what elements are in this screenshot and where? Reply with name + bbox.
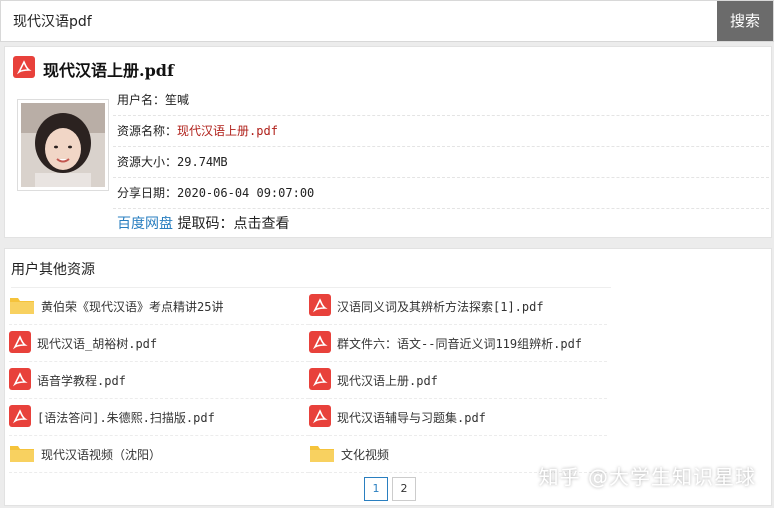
list-item-name: 现代汉语上册.pdf [337, 374, 438, 388]
username-value: 笙喊 [165, 93, 190, 107]
watermark: 知乎 @大学生知识星球 [538, 465, 756, 489]
list-item[interactable]: 现代汉语上册.pdf [309, 363, 607, 399]
resource-name-link[interactable]: 现代汉语上册.pdf [177, 124, 278, 138]
pdf-icon [13, 56, 35, 82]
folder-icon [9, 442, 35, 467]
divider [11, 287, 611, 288]
resource-title-row: 现代汉语上册.pdf [13, 55, 174, 83]
list-item[interactable]: 现代汉语视频（沈阳） [9, 437, 309, 473]
list-item-name: 文化视频 [341, 448, 390, 462]
list-item[interactable]: 语音学教程.pdf [9, 363, 309, 399]
pdf-icon [309, 331, 331, 356]
search-input[interactable] [1, 1, 717, 41]
resource-title: 现代汉语上册.pdf [43, 61, 174, 80]
list-item-name: [语法答问].朱德熙.扫描版.pdf [37, 411, 215, 425]
list-item-name: 汉语同义词及其辨析方法探索[1].pdf [337, 300, 544, 314]
pdf-icon [309, 294, 331, 319]
info-label: 用户名： [117, 93, 166, 107]
show-code-link[interactable]: 点击查看 [233, 216, 289, 232]
list-item-name: 语音学教程.pdf [37, 374, 126, 388]
info-row-size: 资源大小：29.74MB [113, 147, 769, 178]
list-item-name: 现代汉语视频（沈阳） [41, 448, 162, 462]
info-label: 分享日期： [117, 186, 178, 200]
page-2-button[interactable]: 2 [392, 477, 416, 501]
page-1-button[interactable]: 1 [364, 477, 388, 501]
info-row-name: 资源名称：现代汉语上册.pdf [113, 116, 769, 147]
list-item[interactable]: 黄伯荣《现代汉语》考点精讲25讲 [9, 289, 309, 325]
list-item[interactable]: 汉语同义词及其辨析方法探索[1].pdf [309, 289, 607, 325]
pdf-icon [9, 331, 31, 356]
info-row-user: 用户名：笙喊 [113, 85, 769, 116]
list-item[interactable]: 现代汉语_胡裕树.pdf [9, 326, 309, 362]
code-label: 提取码： [177, 216, 234, 232]
info-row-download: 百度网盘 提取码：点击查看 [113, 209, 769, 239]
list-item-name: 黄伯荣《现代汉语》考点精讲25讲 [41, 300, 224, 314]
resource-detail-panel: 现代汉语上册.pdf 用户名：笙喊 资源名称：现代汉语上册.pdf 资源大小：2… [4, 46, 772, 238]
folder-icon [9, 294, 35, 319]
pdf-icon [9, 405, 31, 430]
list-item-name: 群文件六：语文--同音近义词119组辨析.pdf [337, 337, 583, 351]
list-item-name: 现代汉语辅导与习题集.pdf [337, 411, 486, 425]
pdf-icon [9, 368, 31, 393]
pdf-icon [309, 405, 331, 430]
list-item[interactable]: 现代汉语辅导与习题集.pdf [309, 400, 607, 436]
search-button[interactable]: 搜索 [717, 1, 773, 41]
resource-info: 用户名：笙喊 资源名称：现代汉语上册.pdf 资源大小：29.74MB 分享日期… [113, 85, 769, 239]
pdf-icon [309, 368, 331, 393]
list-item[interactable]: 群文件六：语文--同音近义词119组辨析.pdf [309, 326, 607, 362]
avatar [17, 99, 109, 191]
list-item-name: 现代汉语_胡裕树.pdf [37, 337, 158, 351]
folder-icon [309, 442, 335, 467]
resource-size-value: 29.74MB [177, 155, 228, 169]
info-label: 资源名称： [117, 124, 178, 138]
section-heading: 用户其他资源 [11, 262, 95, 278]
search-bar: 搜索 [0, 0, 774, 42]
baidu-pan-link[interactable]: 百度网盘 [117, 216, 173, 232]
info-row-date: 分享日期：2020-06-04 09:07:00 [113, 178, 769, 209]
info-label: 资源大小： [117, 155, 178, 169]
share-date-value: 2020-06-04 09:07:00 [177, 186, 315, 200]
list-item[interactable]: [语法答问].朱德熙.扫描版.pdf [9, 400, 309, 436]
